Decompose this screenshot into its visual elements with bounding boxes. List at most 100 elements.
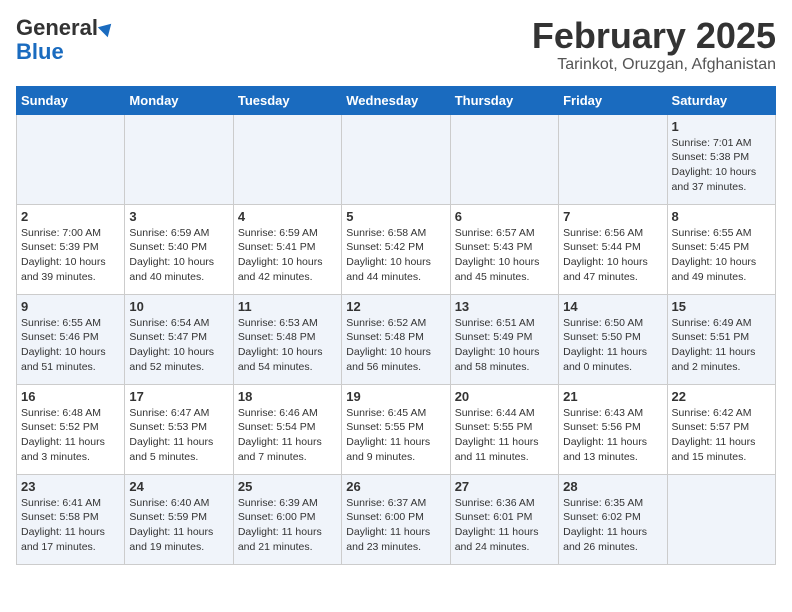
calendar-cell: 21 Sunrise: 6:43 AM Sunset: 5:56 PM Dayli… (559, 384, 667, 474)
day-number: 1 (672, 119, 771, 134)
day-info: Sunrise: 6:45 AM Sunset: 5:55 PM Dayligh… (346, 406, 445, 465)
day-number: 23 (21, 479, 120, 494)
day-info: Sunrise: 6:59 AM Sunset: 5:40 PM Dayligh… (129, 226, 228, 285)
calendar-cell: 1 Sunrise: 7:01 AM Sunset: 5:38 PM Daylig… (667, 114, 775, 204)
calendar-cell: 7 Sunrise: 6:56 AM Sunset: 5:44 PM Daylig… (559, 204, 667, 294)
day-info: Sunrise: 6:47 AM Sunset: 5:53 PM Dayligh… (129, 406, 228, 465)
day-number: 18 (238, 389, 337, 404)
weekday-header-tuesday: Tuesday (233, 86, 341, 114)
day-number: 7 (563, 209, 662, 224)
logo-general: General (16, 16, 98, 40)
calendar-cell: 26 Sunrise: 6:37 AM Sunset: 6:00 PM Dayli… (342, 474, 450, 564)
day-info: Sunrise: 6:48 AM Sunset: 5:52 PM Dayligh… (21, 406, 120, 465)
day-info: Sunrise: 6:56 AM Sunset: 5:44 PM Dayligh… (563, 226, 662, 285)
day-info: Sunrise: 6:41 AM Sunset: 5:58 PM Dayligh… (21, 496, 120, 555)
calendar-cell: 12 Sunrise: 6:52 AM Sunset: 5:48 PM Dayli… (342, 294, 450, 384)
day-info: Sunrise: 6:55 AM Sunset: 5:46 PM Dayligh… (21, 316, 120, 375)
day-number: 4 (238, 209, 337, 224)
logo-triangle-icon (98, 19, 116, 37)
day-info: Sunrise: 6:52 AM Sunset: 5:48 PM Dayligh… (346, 316, 445, 375)
day-number: 27 (455, 479, 554, 494)
day-number: 26 (346, 479, 445, 494)
day-info: Sunrise: 6:42 AM Sunset: 5:57 PM Dayligh… (672, 406, 771, 465)
calendar-cell (667, 474, 775, 564)
day-info: Sunrise: 6:46 AM Sunset: 5:54 PM Dayligh… (238, 406, 337, 465)
calendar-cell: 6 Sunrise: 6:57 AM Sunset: 5:43 PM Daylig… (450, 204, 558, 294)
weekday-header-wednesday: Wednesday (342, 86, 450, 114)
calendar-cell (125, 114, 233, 204)
day-info: Sunrise: 6:55 AM Sunset: 5:45 PM Dayligh… (672, 226, 771, 285)
calendar-cell: 11 Sunrise: 6:53 AM Sunset: 5:48 PM Dayli… (233, 294, 341, 384)
day-number: 10 (129, 299, 228, 314)
calendar-cell: 2 Sunrise: 7:00 AM Sunset: 5:39 PM Daylig… (17, 204, 125, 294)
day-info: Sunrise: 6:59 AM Sunset: 5:41 PM Dayligh… (238, 226, 337, 285)
day-info: Sunrise: 6:39 AM Sunset: 6:00 PM Dayligh… (238, 496, 337, 555)
calendar-cell: 16 Sunrise: 6:48 AM Sunset: 5:52 PM Dayli… (17, 384, 125, 474)
day-number: 21 (563, 389, 662, 404)
calendar-cell: 8Sunrise: 6:55 AM Sunset: 5:45 PM Daylig… (667, 204, 775, 294)
day-info: Sunrise: 6:35 AM Sunset: 6:02 PM Dayligh… (563, 496, 662, 555)
week-row-4: 16 Sunrise: 6:48 AM Sunset: 5:52 PM Dayli… (17, 384, 776, 474)
calendar-cell (450, 114, 558, 204)
calendar-cell (559, 114, 667, 204)
calendar-cell: 20Sunrise: 6:44 AM Sunset: 5:55 PM Dayli… (450, 384, 558, 474)
day-info: Sunrise: 6:51 AM Sunset: 5:49 PM Dayligh… (455, 316, 554, 375)
logo: General Blue (16, 16, 114, 64)
day-info: Sunrise: 6:43 AM Sunset: 5:56 PM Dayligh… (563, 406, 662, 465)
calendar-cell: 24 Sunrise: 6:40 AM Sunset: 5:59 PM Dayli… (125, 474, 233, 564)
day-number: 16 (21, 389, 120, 404)
calendar-cell: 22 Sunrise: 6:42 AM Sunset: 5:57 PM Dayli… (667, 384, 775, 474)
day-number: 2 (21, 209, 120, 224)
weekday-header-saturday: Saturday (667, 86, 775, 114)
calendar-cell: 15Sunrise: 6:49 AM Sunset: 5:51 PM Dayli… (667, 294, 775, 384)
week-row-2: 2 Sunrise: 7:00 AM Sunset: 5:39 PM Daylig… (17, 204, 776, 294)
calendar-cell: 9 Sunrise: 6:55 AM Sunset: 5:46 PM Daylig… (17, 294, 125, 384)
day-number: 25 (238, 479, 337, 494)
calendar-cell: 28 Sunrise: 6:35 AM Sunset: 6:02 PM Dayli… (559, 474, 667, 564)
calendar-cell: 3Sunrise: 6:59 AM Sunset: 5:40 PM Daylig… (125, 204, 233, 294)
week-row-3: 9 Sunrise: 6:55 AM Sunset: 5:46 PM Daylig… (17, 294, 776, 384)
day-number: 19 (346, 389, 445, 404)
weekday-header-friday: Friday (559, 86, 667, 114)
calendar-cell: 18 Sunrise: 6:46 AM Sunset: 5:54 PM Dayli… (233, 384, 341, 474)
calendar-cell: 23 Sunrise: 6:41 AM Sunset: 5:58 PM Dayli… (17, 474, 125, 564)
day-number: 20 (455, 389, 554, 404)
weekday-header-row: SundayMondayTuesdayWednesdayThursdayFrid… (17, 86, 776, 114)
day-number: 28 (563, 479, 662, 494)
calendar-cell (233, 114, 341, 204)
day-info: Sunrise: 7:00 AM Sunset: 5:39 PM Dayligh… (21, 226, 120, 285)
day-number: 24 (129, 479, 228, 494)
calendar-cell: 17 Sunrise: 6:47 AM Sunset: 5:53 PM Dayli… (125, 384, 233, 474)
day-number: 11 (238, 299, 337, 314)
day-info: Sunrise: 6:50 AM Sunset: 5:50 PM Dayligh… (563, 316, 662, 375)
calendar-cell: 27Sunrise: 6:36 AM Sunset: 6:01 PM Dayli… (450, 474, 558, 564)
day-number: 9 (21, 299, 120, 314)
logo-blue: Blue (16, 40, 64, 64)
weekday-header-monday: Monday (125, 86, 233, 114)
day-info: Sunrise: 6:58 AM Sunset: 5:42 PM Dayligh… (346, 226, 445, 285)
calendar-cell (17, 114, 125, 204)
calendar-cell: 10Sunrise: 6:54 AM Sunset: 5:47 PM Dayli… (125, 294, 233, 384)
day-info: Sunrise: 7:01 AM Sunset: 5:38 PM Dayligh… (672, 136, 771, 195)
calendar-cell: 5 Sunrise: 6:58 AM Sunset: 5:42 PM Daylig… (342, 204, 450, 294)
calendar-cell: 19 Sunrise: 6:45 AM Sunset: 5:55 PM Dayli… (342, 384, 450, 474)
day-info: Sunrise: 6:40 AM Sunset: 5:59 PM Dayligh… (129, 496, 228, 555)
calendar-subtitle: Tarinkot, Oruzgan, Afghanistan (532, 56, 776, 74)
day-number: 5 (346, 209, 445, 224)
calendar-cell: 25 Sunrise: 6:39 AM Sunset: 6:00 PM Dayli… (233, 474, 341, 564)
day-info: Sunrise: 6:57 AM Sunset: 5:43 PM Dayligh… (455, 226, 554, 285)
day-number: 15 (672, 299, 771, 314)
day-number: 17 (129, 389, 228, 404)
calendar-cell: 14Sunrise: 6:50 AM Sunset: 5:50 PM Dayli… (559, 294, 667, 384)
weekday-header-sunday: Sunday (17, 86, 125, 114)
day-info: Sunrise: 6:53 AM Sunset: 5:48 PM Dayligh… (238, 316, 337, 375)
day-number: 22 (672, 389, 771, 404)
day-number: 12 (346, 299, 445, 314)
day-info: Sunrise: 6:37 AM Sunset: 6:00 PM Dayligh… (346, 496, 445, 555)
day-number: 13 (455, 299, 554, 314)
week-row-5: 23 Sunrise: 6:41 AM Sunset: 5:58 PM Dayli… (17, 474, 776, 564)
calendar-cell: 13 Sunrise: 6:51 AM Sunset: 5:49 PM Dayli… (450, 294, 558, 384)
calendar-table: SundayMondayTuesdayWednesdayThursdayFrid… (16, 86, 776, 565)
day-number: 6 (455, 209, 554, 224)
title-area: February 2025 Tarinkot, Oruzgan, Afghani… (532, 16, 776, 74)
